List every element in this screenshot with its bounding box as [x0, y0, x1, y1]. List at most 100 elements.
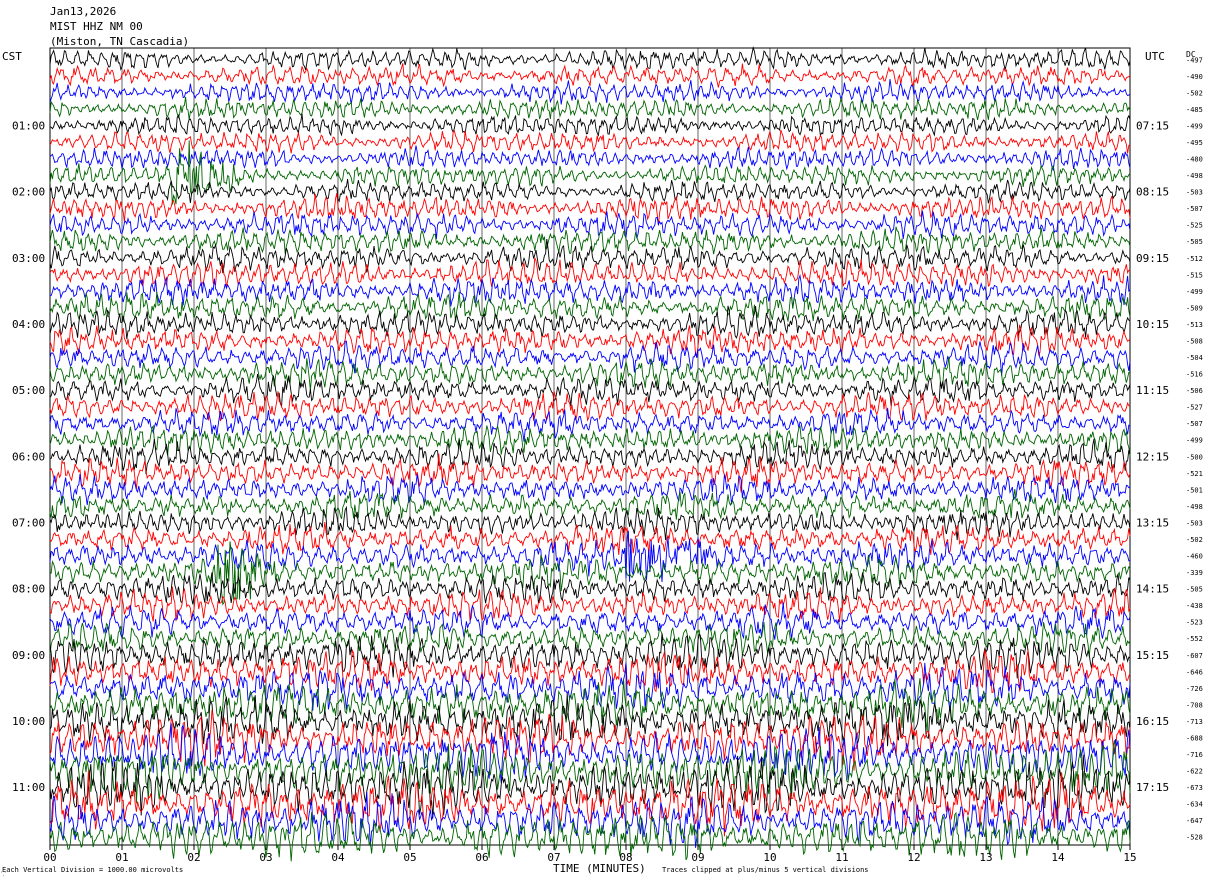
dc-offset-label: -634 — [1186, 801, 1203, 809]
trace-line — [49, 178, 1131, 204]
dc-offset-label: -485 — [1186, 106, 1203, 114]
dc-offset-label: -438 — [1186, 602, 1203, 610]
right-hour-label: 11:15 — [1136, 384, 1169, 397]
dc-offset-label: -460 — [1186, 553, 1203, 561]
dc-offset-label: -490 — [1186, 73, 1203, 81]
dc-offset-label: -500 — [1186, 453, 1203, 461]
trace-line — [49, 291, 1131, 323]
trace-line — [49, 770, 1131, 837]
left-hour-label: 02:00 — [12, 186, 45, 199]
trace-line — [49, 709, 1131, 771]
dc-offset-label: -502 — [1186, 89, 1203, 97]
dc-offset-label: -504 — [1186, 354, 1203, 362]
left-hour-label: 07:00 — [12, 516, 45, 529]
trace-line — [49, 45, 1131, 71]
trace-line — [49, 63, 1131, 88]
dc-offset-label: -508 — [1186, 337, 1203, 345]
right-hour-label: 10:15 — [1136, 318, 1169, 331]
x-tick-label: 02 — [187, 851, 200, 864]
trace-line — [49, 257, 1131, 288]
dc-offset-label: -503 — [1186, 189, 1203, 197]
dc-offset-label: -708 — [1186, 701, 1203, 709]
right-hour-label: 12:15 — [1136, 450, 1169, 463]
dc-offset-label: -480 — [1186, 156, 1203, 164]
dc-offset-label: -523 — [1186, 619, 1203, 627]
trace-line — [49, 505, 1131, 541]
x-tick-label: 03 — [259, 851, 272, 864]
dc-offset-label: -498 — [1186, 503, 1203, 511]
right-hour-label: 13:15 — [1136, 516, 1169, 529]
dc-offset-label: -552 — [1186, 635, 1203, 643]
x-tick-label: 11 — [835, 851, 848, 864]
x-tick-label: 04 — [331, 851, 345, 864]
trace-line — [49, 192, 1131, 225]
dc-offset-label: -515 — [1186, 271, 1203, 279]
x-axis-label: TIME (MINUTES) — [553, 862, 646, 875]
dc-offset-label: -688 — [1186, 734, 1203, 742]
dc-offset-label: -502 — [1186, 536, 1203, 544]
dc-offset-label: -495 — [1186, 139, 1203, 147]
right-hour-label: 17:15 — [1136, 781, 1169, 794]
dc-offset-label: -622 — [1186, 768, 1203, 776]
right-hour-label: 07:15 — [1136, 119, 1169, 132]
dc-offset-label: -506 — [1186, 387, 1203, 395]
left-hour-label: 03:00 — [12, 252, 45, 265]
right-hour-label: 16:15 — [1136, 715, 1169, 728]
dc-offset-label: -505 — [1186, 238, 1203, 246]
right-hour-label: 08:15 — [1136, 186, 1169, 199]
trace-line — [49, 473, 1131, 506]
dc-offset-label: -509 — [1186, 304, 1203, 312]
dc-offset-label: -499 — [1186, 288, 1203, 296]
clip-note: Traces clipped at plus/minus 5 vertical … — [662, 866, 869, 874]
trace-line — [49, 489, 1131, 520]
dc-offset-label: -726 — [1186, 685, 1203, 693]
dc-offset-label: -512 — [1186, 255, 1203, 263]
trace-line — [49, 96, 1131, 121]
left-hour-label: 08:00 — [12, 583, 45, 596]
x-tick-label: 13 — [979, 851, 992, 864]
dc-offset-label: -507 — [1186, 420, 1203, 428]
trace-line — [49, 145, 1131, 171]
dc-offset-label: -507 — [1186, 205, 1203, 213]
x-tick-label: 09 — [691, 851, 704, 864]
dc-offset-label: -505 — [1186, 586, 1203, 594]
x-tick-label: 00 — [43, 851, 56, 864]
left-hour-label: 05:00 — [12, 384, 45, 397]
dc-offset-label: -673 — [1186, 784, 1203, 792]
dc-offset-label: -646 — [1186, 668, 1203, 676]
x-tick-label: 06 — [475, 851, 488, 864]
right-hour-label: 15:15 — [1136, 649, 1169, 662]
trace-line — [49, 324, 1131, 356]
dc-offset-label: -525 — [1186, 222, 1203, 230]
trace-line — [49, 340, 1131, 376]
x-tick-label: 10 — [763, 851, 776, 864]
dc-offset-label: -528 — [1186, 834, 1203, 842]
dc-offset-label: -521 — [1186, 470, 1203, 478]
dc-offset-label: -501 — [1186, 486, 1203, 494]
dc-offset-label: -527 — [1186, 404, 1203, 412]
dc-offset-label: -339 — [1186, 569, 1203, 577]
trace-line — [49, 648, 1131, 694]
dc-offset-label: -647 — [1186, 817, 1203, 825]
dc-offset-label: -497 — [1186, 56, 1203, 64]
left-hour-label: 01:00 — [12, 119, 45, 132]
trace-line — [49, 305, 1131, 340]
left-hour-label: 10:00 — [12, 715, 45, 728]
dc-offset-label: -499 — [1186, 437, 1203, 445]
x-tick-label: 05 — [403, 851, 416, 864]
trace-line — [49, 811, 1131, 862]
dc-offset-label: -716 — [1186, 751, 1203, 759]
scale-note: Each Vertical Division = 1000.00 microvo… — [2, 866, 184, 874]
x-tick-label: 01 — [115, 851, 128, 864]
dc-offset-label: -499 — [1186, 122, 1203, 130]
seismogram-plot: -497 -490 -502 -485 -499 -495 -480 -498 -503 -507… — [12, 45, 1203, 864]
dc-offset-label: -503 — [1186, 519, 1203, 527]
left-hour-label: 04:00 — [12, 318, 45, 331]
right-hour-label: 09:15 — [1136, 252, 1169, 265]
trace-line — [49, 633, 1131, 679]
x-tick-label: 14 — [1051, 851, 1065, 864]
left-hour-label: 11:00 — [12, 781, 45, 794]
x-tick-label: 15 — [1123, 851, 1136, 864]
dc-offset-label: -713 — [1186, 718, 1203, 726]
dc-offset-label: -516 — [1186, 371, 1203, 379]
